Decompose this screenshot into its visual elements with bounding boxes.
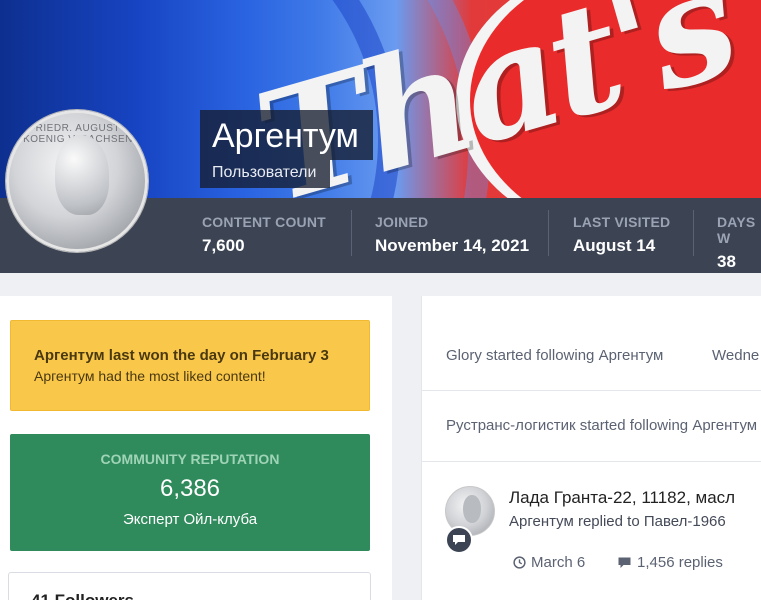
activity-text[interactable]: Рустранс-логистик started following Арге… [446,417,757,434]
profile-avatar[interactable]: FRIEDR. AUGUST · KOENIG V. SACHSEN [6,110,148,252]
stat-label: DAYS W [717,214,756,246]
reputation-value: 6,386 [159,475,221,502]
avatar-portrait [463,495,481,523]
day-winner-subtitle: Аргентум had the most liked content! [34,368,266,384]
stat-divider [548,210,549,256]
stat-days-won: DAYS W 38 [717,198,761,273]
username-box: Аргентум [200,110,373,160]
reputation-rank: Эксперт Ойл-клуба [122,511,258,528]
post-replies-label: 1,456 replies [637,554,723,571]
stat-value: 38 [717,252,736,271]
stat-label: LAST VISITED [573,214,671,230]
post-title[interactable]: Лада Гранта-22, 11182, масл [509,488,735,508]
user-group: Пользователи [212,164,317,181]
activity-post-item[interactable]: Лада Гранта-22, 11182, масл Аргентум rep… [421,462,761,600]
stat-divider [693,210,694,256]
reputation-title: COMMUNITY REPUTATION [100,451,280,467]
followers-card: 41 Followers [8,572,371,600]
followers-title[interactable]: 41 Followers [31,591,370,600]
stat-content-count: CONTENT COUNT 7,600 [202,198,326,273]
post-date: March 6 [513,554,585,571]
username: Аргентум [212,117,359,155]
post-date-label: March 6 [531,554,586,571]
activity-item[interactable]: Рустранс-логистик started following Арге… [422,391,761,462]
stat-value: August 14 [573,236,656,255]
stat-value: 7,600 [202,236,245,255]
stat-divider [351,210,352,256]
stat-joined: JOINED November 14, 2021 [375,198,529,273]
comment-badge-icon [445,526,473,554]
clock-icon [513,556,526,569]
reputation-card: COMMUNITY REPUTATION 6,386 Эксперт Ойл-к… [10,434,370,551]
activity-item[interactable]: Glory started following Аргентум Wedne [422,296,761,391]
post-replies: 1,456 replies [617,554,723,571]
post-subtitle: Аргентум replied to Павел-1966 [509,513,726,530]
stat-label: CONTENT COUNT [202,214,326,230]
comment-icon [618,557,631,568]
stat-value: November 14, 2021 [375,236,530,255]
day-winner-title: Аргентум last won the day on February 3 [34,347,329,364]
activity-date: Wedne [712,347,760,364]
avatar-portrait [55,135,109,215]
user-group-box: Пользователи [200,160,331,188]
activity-text[interactable]: Glory started following Аргентум [446,347,663,364]
stat-label: JOINED [375,214,429,230]
stat-last-visited: LAST VISITED August 14 [573,198,670,273]
day-winner-card: Аргентум last won the day on February 3 … [10,320,370,411]
